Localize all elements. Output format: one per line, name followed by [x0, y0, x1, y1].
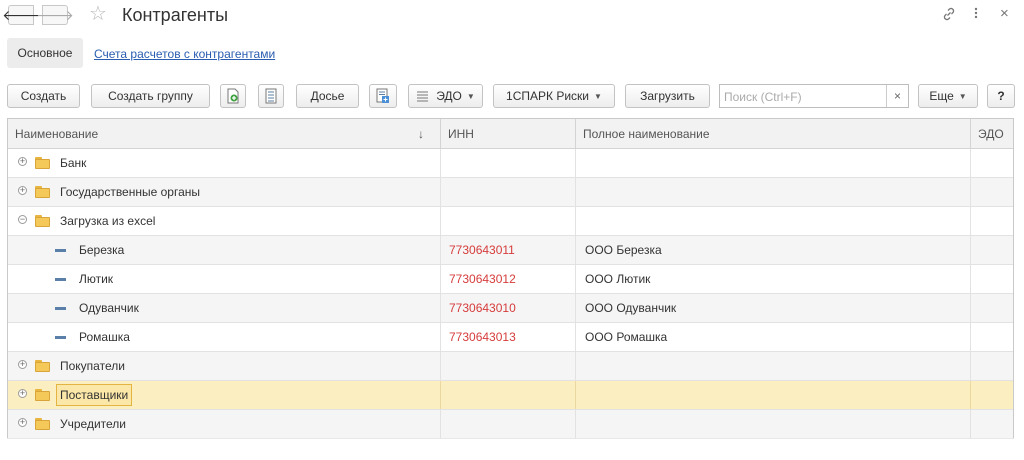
table-bottom-divider — [7, 438, 1014, 439]
full-name-value: ООО Ромашка — [585, 330, 668, 344]
column-header-inn[interactable]: ИНН — [441, 119, 576, 149]
expand-icon[interactable]: + — [18, 186, 27, 195]
element-icon — [55, 307, 66, 310]
element-icon — [55, 278, 66, 281]
forward-arrow-icon: 🡒 — [36, 6, 74, 23]
group-row[interactable]: + Банк — [8, 149, 1013, 178]
table-row[interactable]: Ромашка 7730643013 ООО Ромашка — [8, 323, 1013, 352]
group-name: Поставщики — [56, 384, 133, 406]
column-divider — [8, 352, 971, 380]
dossier-button[interactable]: Досье — [296, 84, 359, 108]
help-button[interactable]: ? — [987, 84, 1015, 108]
report-icon — [376, 88, 389, 103]
folder-icon — [35, 360, 50, 372]
folder-icon — [35, 215, 50, 227]
back-button[interactable]: 🡐 — [2, 5, 40, 25]
star-icon[interactable]: ☆ — [89, 3, 107, 25]
page-title: Контрагенты — [122, 5, 229, 25]
expand-icon[interactable]: + — [18, 157, 27, 166]
expand-icon[interactable]: + — [18, 418, 27, 427]
inn-value: 7730643012 — [449, 272, 516, 286]
table-row[interactable]: Лютик 7730643012 ООО Лютик — [8, 265, 1013, 294]
column-header-edo[interactable]: ЭДО — [971, 119, 1013, 149]
inn-value: 7730643011 — [449, 243, 515, 257]
counterparty-name: Ромашка — [79, 330, 130, 344]
element-icon — [55, 249, 66, 252]
column-header-name[interactable]: Наименование — [8, 119, 441, 149]
expand-icon[interactable]: + — [18, 360, 27, 369]
column-divider — [8, 410, 971, 438]
group-name: Загрузка из excel — [60, 214, 156, 228]
link-icon[interactable] — [941, 6, 957, 25]
table-row[interactable]: Одуванчик 7730643010 ООО Одуванчик — [8, 294, 1013, 323]
create-button[interactable]: Создать — [7, 84, 80, 108]
folder-icon — [35, 157, 50, 169]
folder-icon — [35, 186, 50, 198]
edo-label: ЭДО — [436, 89, 462, 103]
report-button[interactable] — [369, 84, 397, 108]
tab-settlement-accounts[interactable]: Счета расчетов с контрагентами — [94, 47, 275, 61]
chevron-down-icon: ▼ — [594, 91, 602, 101]
folder-icon — [35, 418, 50, 430]
group-row[interactable]: − Загрузка из excel — [8, 207, 1013, 236]
add-document-icon — [227, 88, 239, 104]
sort-down-icon: ↓ — [418, 127, 424, 141]
full-name-value: ООО Одуванчик — [585, 301, 677, 315]
back-arrow-icon: 🡐 — [2, 6, 40, 23]
create-group-button[interactable]: Создать группу — [91, 84, 210, 108]
folder-icon — [35, 389, 50, 401]
counterparties-table: Наименование ↓ ИНН Полное наименование Э… — [7, 118, 1014, 439]
edo-dropdown[interactable]: ЭДО ▼ — [408, 84, 483, 108]
group-name: Государственные органы — [60, 185, 201, 199]
copy-button[interactable] — [220, 84, 246, 108]
tab-main[interactable]: Основное — [7, 38, 83, 68]
group-row[interactable]: + Государственные органы — [8, 178, 1013, 207]
group-name: Покупатели — [60, 359, 125, 373]
list-button[interactable] — [258, 84, 284, 108]
search-input[interactable]: Поиск (Ctrl+F) × — [719, 84, 909, 108]
counterparty-name: Одуванчик — [79, 301, 139, 315]
chevron-down-icon: ▼ — [466, 91, 475, 101]
column-divider — [8, 381, 971, 409]
edo-icon — [417, 91, 429, 102]
collapse-icon[interactable]: − — [18, 215, 27, 224]
group-name: Учредители — [60, 417, 127, 431]
group-name: Банк — [60, 156, 87, 170]
column-header-full-name[interactable]: Полное наименование — [576, 119, 971, 149]
load-button[interactable]: Загрузить — [625, 84, 710, 108]
inn-value: 7730643013 — [449, 330, 516, 344]
element-icon — [55, 336, 66, 339]
counterparty-name: Березка — [79, 243, 125, 257]
more-vert-icon[interactable] — [973, 5, 979, 24]
inn-value: 7730643010 — [449, 301, 516, 315]
column-divider — [8, 149, 971, 177]
close-icon[interactable]: × — [1000, 6, 1009, 22]
group-row[interactable]: + Поставщики — [8, 381, 1013, 410]
counterparty-name: Лютик — [79, 272, 114, 286]
title-bar: 🡐 🡒 ☆ Контрагенты × — [0, 0, 1024, 30]
forward-button[interactable]: 🡒 — [36, 5, 74, 25]
full-name-value: ООО Лютик — [585, 272, 651, 286]
list-icon — [265, 88, 277, 104]
spark-risks-dropdown[interactable]: 1СПАРК Риски ▼ — [493, 84, 615, 108]
spark-label: 1СПАРК Риски — [506, 89, 590, 103]
chevron-down-icon: ▼ — [958, 91, 967, 101]
expand-icon[interactable]: + — [18, 389, 27, 398]
group-row[interactable]: + Учредители — [8, 410, 1013, 439]
more-label: Еще — [929, 89, 954, 103]
full-name-value: ООО Березка — [585, 243, 662, 257]
more-dropdown[interactable]: Еще ▼ — [918, 84, 978, 108]
search-placeholder: Поиск (Ctrl+F) — [724, 90, 802, 104]
table-row[interactable]: Березка 7730643011 ООО Березка — [8, 236, 1013, 265]
group-row[interactable]: + Покупатели — [8, 352, 1013, 381]
clear-search-icon[interactable]: × — [886, 85, 908, 107]
table-header: Наименование ↓ ИНН Полное наименование Э… — [8, 119, 1013, 149]
